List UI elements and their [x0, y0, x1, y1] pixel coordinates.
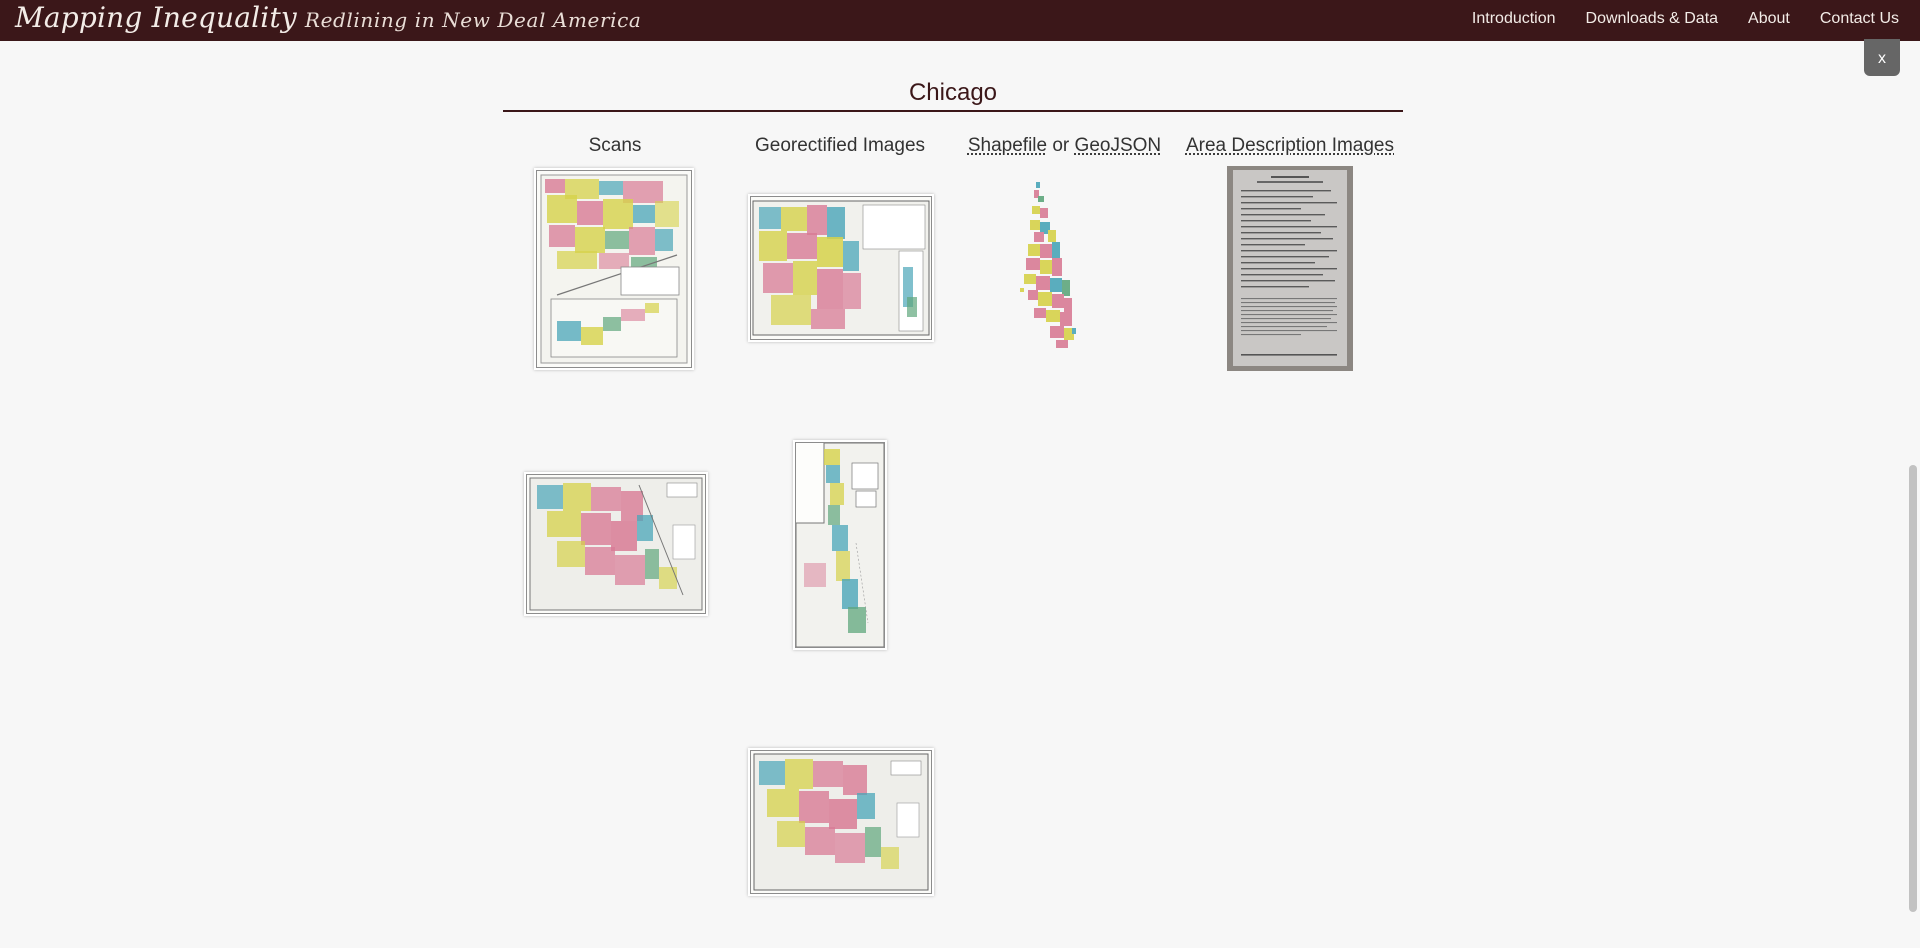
scrollbar-thumb[interactable]	[1909, 465, 1917, 912]
main-nav: Introduction Downloads & Data About Cont…	[1442, 0, 1899, 41]
nav-about[interactable]: About	[1748, 0, 1790, 41]
site-brand[interactable]: Mapping Inequality Redlining in New Deal …	[15, 0, 641, 41]
area-descriptions-link[interactable]: Area Description Images	[1186, 135, 1394, 156]
scrollbar[interactable]	[1906, 41, 1920, 948]
chicago-shape-thumbnail[interactable]	[1020, 178, 1100, 354]
georectified-map-thumbnail[interactable]	[750, 196, 932, 340]
scan-map-thumbnail[interactable]	[526, 474, 706, 614]
area-description-document-thumbnail[interactable]	[1227, 166, 1353, 371]
site-title[interactable]: Mapping Inequality	[15, 1, 297, 34]
city-heading: Chicago	[908, 79, 998, 106]
heading-divider	[503, 110, 1403, 112]
scan-map-thumbnail[interactable]	[536, 170, 692, 368]
georectified-column-heading: Georectified Images	[754, 135, 926, 156]
scans-column-heading: Scans	[588, 135, 642, 156]
close-panel-button[interactable]: x	[1864, 39, 1900, 76]
nav-contact-us[interactable]: Contact Us	[1820, 0, 1899, 41]
geojson-download-link[interactable]: GeoJSON	[1075, 135, 1162, 156]
nav-downloads-data[interactable]: Downloads & Data	[1586, 0, 1719, 41]
area-descriptions-column-heading: Area Description Images	[1185, 131, 1395, 161]
georectified-map-thumbnail[interactable]	[750, 750, 932, 894]
site-subtitle: Redlining in New Deal America	[304, 8, 642, 32]
shapefile-download-link[interactable]: Shapefile	[968, 135, 1047, 156]
shapefile-geojson-column-heading: Shapefile or GeoJSON	[962, 131, 1167, 161]
georectified-map-thumbnail[interactable]	[795, 442, 885, 648]
top-navigation-bar: Mapping Inequality Redlining in New Deal …	[0, 0, 1920, 41]
or-text: or	[1052, 135, 1070, 156]
nav-introduction[interactable]: Introduction	[1472, 0, 1556, 41]
